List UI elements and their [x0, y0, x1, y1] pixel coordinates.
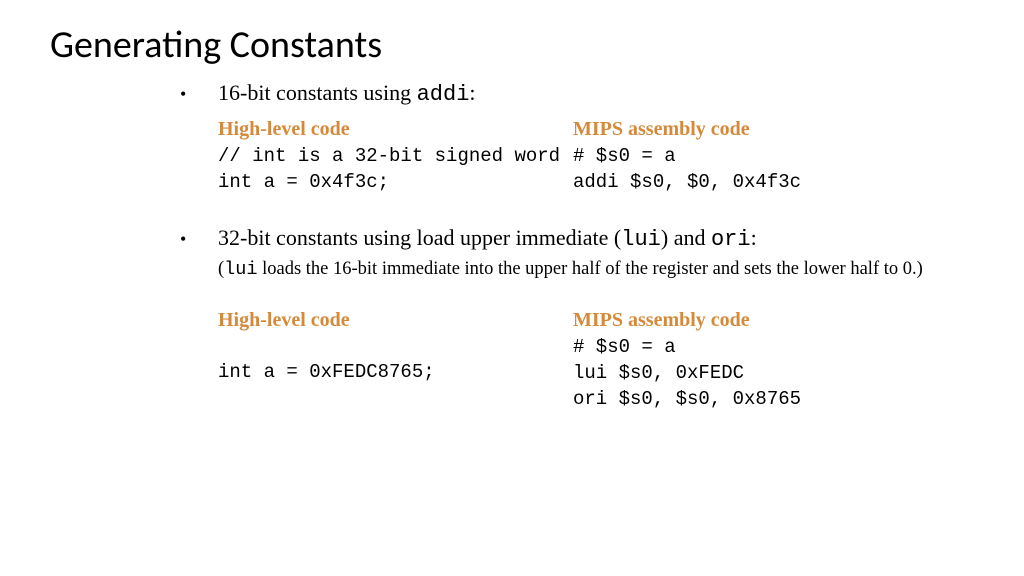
bullet-text-prefix: 32-bit constants using load upper immedi… — [218, 225, 621, 250]
high-level-label: High-level code — [218, 309, 573, 332]
bullet-text-suffix: : — [469, 80, 475, 105]
col-right-1: MIPS assembly code # $s0 = a addi $s0, $… — [573, 118, 974, 195]
col-right-2: MIPS assembly code # $s0 = a lui $s0, 0x… — [573, 309, 974, 412]
note-code: lui — [224, 259, 257, 280]
bullet-text-mid: ) and — [661, 225, 711, 250]
mips-label: MIPS assembly code — [573, 309, 974, 332]
mips-code: # $s0 = a lui $s0, 0xFEDC ori $s0, $s0, … — [573, 335, 974, 412]
mips-code: # $s0 = a addi $s0, $0, 0x4f3c — [573, 144, 974, 195]
col-left-2: High-level code int a = 0xFEDC8765; — [218, 309, 573, 412]
bullet-code: addi — [417, 82, 470, 107]
bullet-dot: • — [180, 225, 218, 253]
bullet-text-suffix: : — [751, 225, 757, 250]
slide-content: • 16-bit constants using addi: High-leve… — [50, 80, 974, 412]
note-text: (lui loads the 16-bit immediate into the… — [180, 257, 974, 283]
code-columns-2: High-level code int a = 0xFEDC8765; MIPS… — [180, 309, 974, 412]
page-title: Generating Constants — [50, 22, 974, 68]
mips-label: MIPS assembly code — [573, 118, 974, 141]
code-columns-1: High-level code // int is a 32-bit signe… — [180, 118, 974, 195]
bullet-text: 16-bit constants using addi: — [218, 80, 476, 107]
high-level-code: int a = 0xFEDC8765; — [218, 360, 573, 386]
bullet-item-2: • 32-bit constants using load upper imme… — [180, 225, 974, 253]
col-left-1: High-level code // int is a 32-bit signe… — [218, 118, 573, 195]
note-rest: loads the 16-bit immediate into the uppe… — [257, 259, 922, 279]
bullet-text-prefix: 16-bit constants using — [218, 80, 417, 105]
bullet-dot: • — [180, 80, 218, 108]
bullet-text: 32-bit constants using load upper immedi… — [218, 225, 757, 252]
bullet-code: ori — [711, 227, 751, 252]
high-level-label: High-level code — [218, 118, 573, 141]
bullet-item-1: • 16-bit constants using addi: — [180, 80, 974, 108]
high-level-code: // int is a 32-bit signed word int a = 0… — [218, 144, 573, 195]
bullet-code: lui — [621, 227, 661, 252]
